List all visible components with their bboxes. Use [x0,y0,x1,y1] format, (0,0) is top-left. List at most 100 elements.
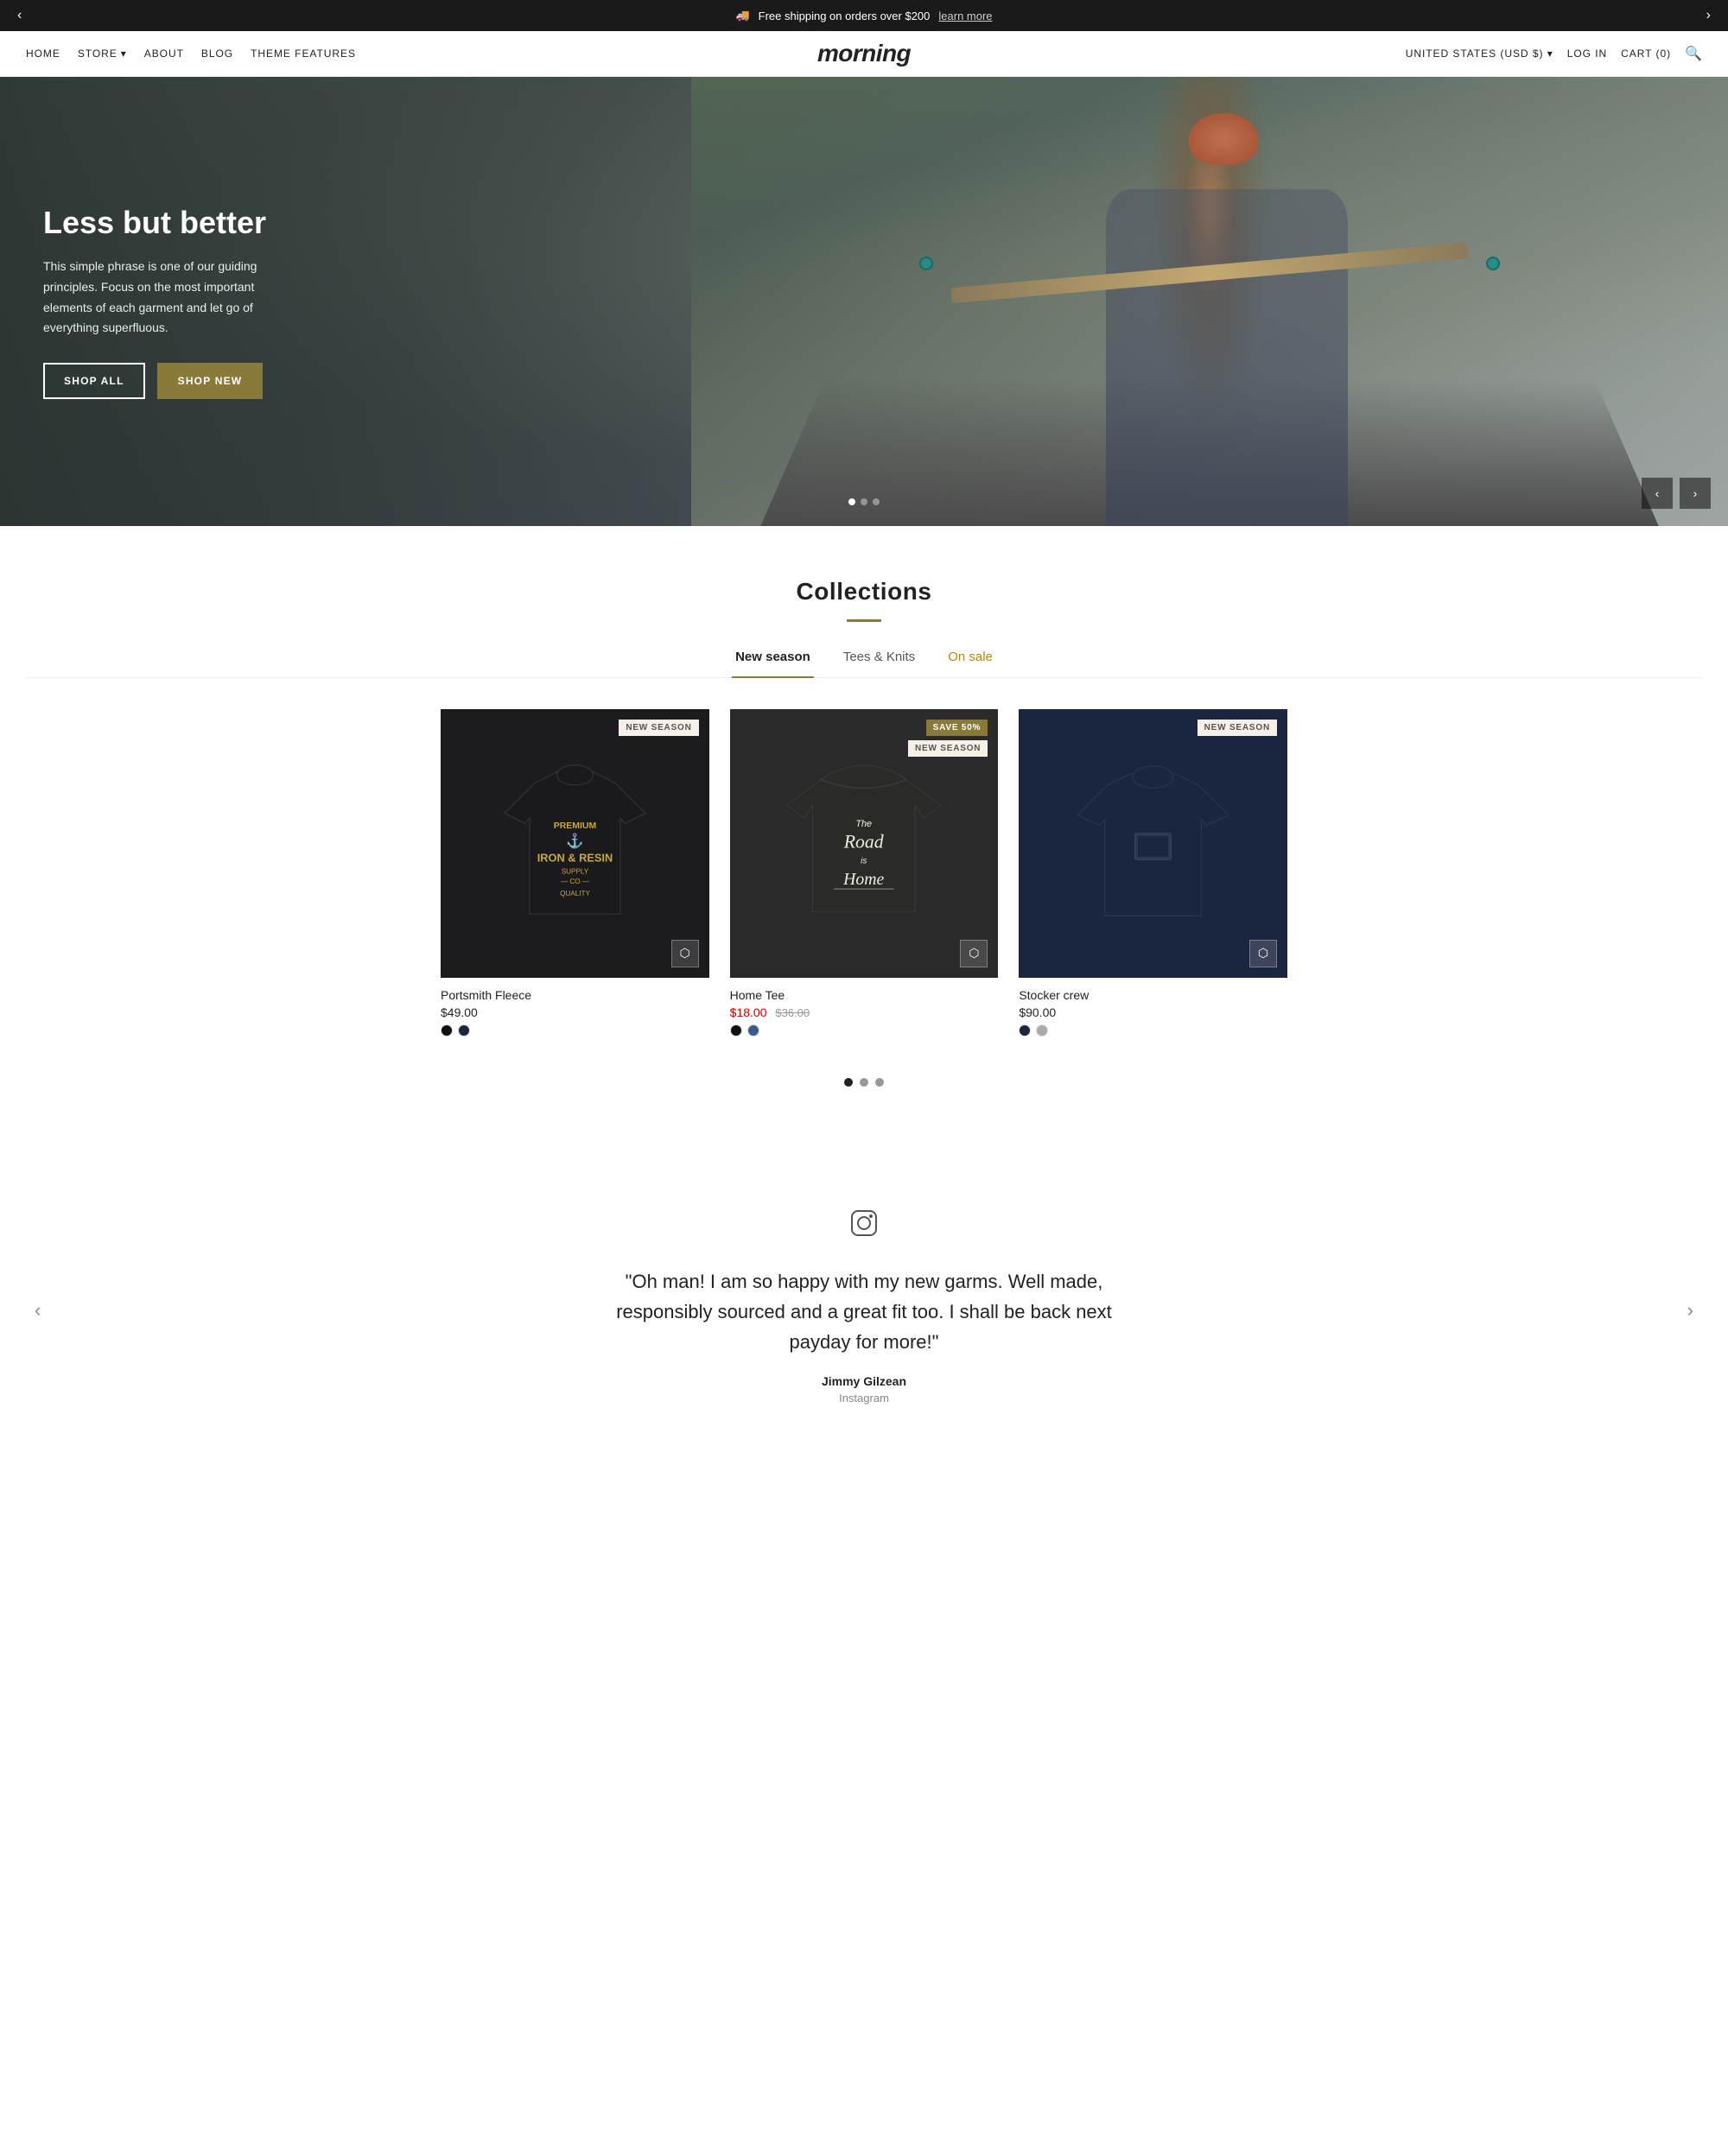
page-dot-3[interactable] [875,1078,884,1087]
testimonial-quote: "Oh man! I am so happy with my new garms… [605,1266,1123,1358]
nav-right: UNITED STATES (USD $) ▾ LOG IN CART (0) … [1406,45,1702,62]
nav-store[interactable]: STORE ▾ [78,48,127,60]
chevron-down-icon: ▾ [121,48,127,60]
nav-cart[interactable]: CART (0) [1621,48,1671,60]
tab-on-sale[interactable]: On sale [944,643,996,678]
tshirt-road-graphic: The Road is Home [770,750,957,937]
svg-text:QUALITY: QUALITY [560,890,590,897]
svg-text:is: is [861,856,867,866]
shop-all-button[interactable]: SHOP ALL [43,363,145,399]
svg-text:Home: Home [842,870,884,889]
product-swatches-stocker [1019,1024,1287,1037]
product-info-portsmith: Portsmith Fleece $49.00 [441,978,709,1043]
svg-text:— CO —: — CO — [561,878,590,885]
svg-text:PREMIUM: PREMIUM [554,821,597,831]
product-badge-new-home-tee: NEW SEASON [908,740,988,757]
page-dot-1[interactable] [844,1078,853,1087]
hero-dots [848,498,880,505]
product-price-stocker: $90.00 [1019,1005,1287,1019]
pagination-dots [26,1078,1702,1087]
site-logo[interactable]: morning [817,40,911,67]
testimonial-next-button[interactable]: › [1670,1290,1711,1330]
svg-text:SUPPLY: SUPPLY [562,867,589,875]
product-share-home-tee[interactable]: ⬡ [960,940,988,967]
hero-dot-1[interactable] [848,498,855,505]
swatch-navy[interactable] [458,1024,470,1037]
product-info-home-tee: Home Tee $18.00 $36.00 [730,978,999,1043]
nav-theme-features[interactable]: THEME FEATURES [251,48,356,60]
hero-dot-2[interactable] [861,498,867,505]
sweater-iron-graphic: PREMIUM ⚓ IRON & RESIN SUPPLY — CO — QUA… [474,743,676,944]
nav-blog[interactable]: BLOG [201,48,233,60]
hero-section: Less but better This simple phrase is on… [0,77,1728,526]
swatch-blue[interactable] [747,1024,759,1037]
testimonial-section: ‹ "Oh man! I am so happy with my new gar… [0,1164,1728,1457]
product-name-portsmith: Portsmith Fleece [441,988,709,1002]
collections-tabs: New season Tees & Knits On sale [26,643,1702,678]
nav-left: HOME STORE ▾ ABOUT BLOG THEME FEATURES [26,48,356,60]
tab-new-season[interactable]: New season [732,643,814,678]
product-swatches-home-tee [730,1024,999,1037]
hero-description: This simple phrase is one of our guiding… [43,257,285,339]
collections-title: Collections [26,578,1702,606]
hero-image-area [691,77,1728,526]
swatch-gray[interactable] [1036,1024,1048,1037]
swatch-black[interactable] [441,1024,453,1037]
testimonial-author: Jimmy Gilzean [26,1374,1702,1388]
announcement-next-button[interactable]: › [1698,3,1719,28]
product-info-stocker: Stocker crew $90.00 [1019,978,1287,1043]
hero-next-button[interactable]: › [1680,478,1711,509]
page-dot-2[interactable] [860,1078,868,1087]
chevron-down-icon: ▾ [1547,48,1553,60]
announcement-text: Free shipping on orders over $200 [759,10,931,22]
nav-home[interactable]: HOME [26,48,60,60]
hero-wheel-right [1486,257,1500,270]
shop-new-button[interactable]: SHOP NEW [157,363,264,399]
sweater-plain-graphic [1052,743,1254,944]
announcement-bar: ‹ 🚚 Free shipping on orders over $200 le… [0,0,1728,31]
announcement-link[interactable]: learn more [938,10,992,22]
swatch-black[interactable] [730,1024,742,1037]
product-card-stocker[interactable]: NEW SEASON ⬡ Stocker crew $90.00 [1019,709,1287,1043]
hero-person-body [1106,189,1348,526]
product-name-home-tee: Home Tee [730,988,999,1002]
product-share-portsmith[interactable]: ⬡ [671,940,699,967]
sale-price-home-tee: $18.00 [730,1005,767,1019]
hero-wheel-left [919,257,933,270]
announcement-prev-button[interactable]: ‹ [9,3,30,28]
hero-nav: ‹ › [1642,478,1711,509]
testimonial-prev-button[interactable]: ‹ [17,1290,58,1330]
svg-text:The: The [856,819,873,829]
tab-tees-knits[interactable]: Tees & Knits [840,643,918,678]
product-card-home-tee[interactable]: SAVE 50% NEW SEASON The Road is Home ⬡ [730,709,999,1043]
product-share-stocker[interactable]: ⬡ [1249,940,1277,967]
product-badge-stocker: NEW SEASON [1198,720,1277,736]
nav-currency[interactable]: UNITED STATES (USD $) ▾ [1406,48,1553,60]
announcement-truck-icon: 🚚 [735,9,749,22]
instagram-icon [26,1208,1702,1246]
product-name-stocker: Stocker crew [1019,988,1287,1002]
svg-text:IRON & RESIN: IRON & RESIN [537,851,613,864]
collections-divider [847,619,881,622]
hero-buttons: SHOP ALL SHOP NEW [43,363,285,399]
product-swatches-portsmith [441,1024,709,1037]
nav-login[interactable]: LOG IN [1567,48,1607,60]
original-price-home-tee: $36.00 [775,1006,810,1019]
svg-text:⚓: ⚓ [566,833,583,849]
hero-hat [1189,113,1258,165]
product-image-home-tee: SAVE 50% NEW SEASON The Road is Home ⬡ [730,709,999,978]
hero-prev-button[interactable]: ‹ [1642,478,1673,509]
product-image-portsmith: NEW SEASON PREMIUM ⚓ IRON & RESIN SUPPLY… [441,709,709,978]
site-header: HOME STORE ▾ ABOUT BLOG THEME FEATURES m… [0,31,1728,77]
product-card-portsmith[interactable]: NEW SEASON PREMIUM ⚓ IRON & RESIN SUPPLY… [441,709,709,1043]
hero-dot-3[interactable] [873,498,880,505]
product-price-home-tee: $18.00 $36.00 [730,1005,999,1019]
collections-section: Collections New season Tees & Knits On s… [0,526,1728,1164]
hero-title: Less but better [43,204,285,241]
search-icon[interactable]: 🔍 [1685,45,1702,62]
swatch-navy[interactable] [1019,1024,1031,1037]
nav-about[interactable]: ABOUT [144,48,184,60]
testimonial-source: Instagram [26,1392,1702,1405]
svg-text:Road: Road [843,831,884,852]
product-image-stocker: NEW SEASON ⬡ [1019,709,1287,978]
